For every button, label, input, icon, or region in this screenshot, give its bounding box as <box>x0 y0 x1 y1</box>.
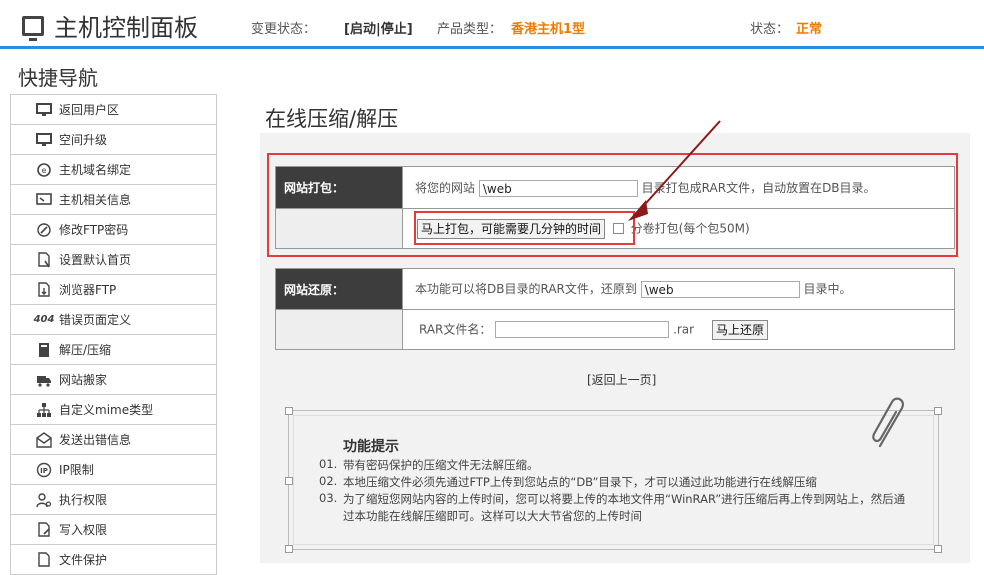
restore-action-row: RAR文件名： .rar 马上还原 <box>402 309 955 350</box>
user-gear-icon <box>35 492 53 508</box>
404-icon: 404 <box>33 314 55 325</box>
button-highlight <box>414 211 635 245</box>
tip-item: 02. 本地压缩文件必须先通过FTP上传到您站点的“DB”目录下，才可以通过此功能… <box>319 474 817 490</box>
sidebar-item-label: 修改FTP密码 <box>59 223 129 237</box>
sidebar-item-host-info[interactable]: 主机相关信息 <box>11 185 216 215</box>
resize-handle <box>934 407 942 415</box>
monitor-icon <box>35 132 53 148</box>
sidebar-item-domain-bind[interactable]: e 主机域名绑定 <box>11 155 216 185</box>
globe-at-icon: e <box>35 162 53 178</box>
page-download-icon <box>35 281 53 298</box>
tip-item: 过本功能在线解压缩即可。这样可以大大节省您的上传时间 <box>319 508 642 524</box>
restore-now-button[interactable]: 马上还原 <box>711 319 768 340</box>
monitor-icon <box>35 102 53 118</box>
resize-handle <box>285 477 293 485</box>
sidebar-item-upgrade[interactable]: 空间升级 <box>11 125 216 155</box>
sidebar-item-ftp-password[interactable]: 修改FTP密码 <box>11 215 216 245</box>
sidebar-item-file-protect[interactable]: 文件保护 <box>11 545 216 575</box>
sidebar-item-label: IP限制 <box>59 463 94 477</box>
tip-number: 01. <box>319 457 338 471</box>
back-link[interactable]: [返回上一页] <box>587 371 656 388</box>
tip-text: 带有密码保护的压缩文件无法解压缩。 <box>343 458 539 472</box>
page-cursor-icon <box>35 251 53 268</box>
mail-icon <box>35 431 53 448</box>
resize-handle <box>934 545 942 553</box>
restore-header-empty <box>275 309 403 350</box>
sidebar-item-write-permission[interactable]: 写入权限 <box>11 515 216 545</box>
sidebar-item-label: 设置默认首页 <box>59 253 132 267</box>
tips-title: 功能提示 <box>343 439 399 455</box>
tip-number: 02. <box>319 474 338 488</box>
restore-row: 本功能可以将DB目录的RAR文件，还原到 \web 目录中。 <box>402 268 955 310</box>
paperclip-icon <box>872 397 904 448</box>
sidebar-item-ip-limit[interactable]: IP IP限制 <box>11 455 216 485</box>
sidebar-item-compress[interactable]: 解压/压缩 <box>11 335 216 365</box>
svg-text:IP: IP <box>40 467 48 475</box>
sidebar-item-default-page[interactable]: 设置默认首页 <box>11 245 216 275</box>
rar-filename-input[interactable] <box>495 321 670 338</box>
sidebar-item-label: 返回用户区 <box>59 103 120 117</box>
tip-text: 为了缩短您网站内容的上传时间，您可以将要上传的本地文件用“WinRAR”进行压缩… <box>343 492 906 506</box>
sidebar-item-label: 发送出错信息 <box>59 433 132 447</box>
sidebar-item-label: 错误页面定义 <box>59 313 132 327</box>
app-title: 主机控制面板 <box>54 14 198 42</box>
ip-block-icon: IP <box>35 462 53 478</box>
restore-prefix: 本功能可以将DB目录的RAR文件，还原到 <box>415 282 637 296</box>
top-bar: 主机控制面板 变更状态： [启动|停止] 产品类型： 香港主机1型 状态： 正常 <box>0 0 984 49</box>
page-edit-icon <box>35 521 53 538</box>
restore-suffix: 目录中。 <box>803 282 852 296</box>
sidebar-item-label: 写入权限 <box>59 523 108 537</box>
tip-item: 01. 带有密码保护的压缩文件无法解压缩。 <box>319 457 539 473</box>
sidebar-item-label: 网站搬家 <box>59 373 108 387</box>
sidebar-item-browser-ftp[interactable]: 浏览器FTP <box>11 275 216 305</box>
tip-number: 03. <box>319 491 338 505</box>
rar-filename-label: RAR文件名： <box>419 322 492 336</box>
monitor-icon <box>22 15 44 41</box>
sidebar-title: 快捷导航 <box>18 66 98 90</box>
status-label: 状态： <box>750 22 790 37</box>
product-type-label: 产品类型： <box>437 22 503 37</box>
sidebar-nav: 返回用户区 空间升级 e 主机域名绑定 主机相关信息 修改FTP密码 设置默认首… <box>10 94 217 575</box>
sidebar-item-exec-permission[interactable]: 执行权限 <box>11 485 216 515</box>
sidebar-item-label: 文件保护 <box>59 553 108 567</box>
product-type-value: 香港主机1型 <box>511 22 586 37</box>
resize-handle <box>285 545 293 553</box>
sidebar-item-label: 主机域名绑定 <box>59 163 132 177</box>
book-icon <box>35 342 53 358</box>
tip-item: 03. 为了缩短您网站内容的上传时间，您可以将要上传的本地文件用“WinRAR”进… <box>319 491 949 507</box>
sidebar-item-label: 执行权限 <box>59 493 108 507</box>
truck-icon <box>35 372 53 388</box>
change-status-label: 变更状态： <box>251 22 317 37</box>
tips-box: 功能提示 01. 带有密码保护的压缩文件无法解压缩。 02. 本地压缩文件必须先通过… <box>285 407 942 553</box>
restore-table: 网站还原： 本功能可以将DB目录的RAR文件，还原到 \web 目录中。 RAR… <box>275 268 955 350</box>
tip-number <box>319 508 343 524</box>
rar-ext-label: .rar <box>673 322 695 336</box>
sidebar-item-error-mail[interactable]: 发送出错信息 <box>11 425 216 455</box>
tip-text: 本地压缩文件必须先通过FTP上传到您站点的“DB”目录下，才可以通过此功能进行在… <box>343 475 817 489</box>
sidebar-item-label: 浏览器FTP <box>59 283 117 297</box>
pen-circle-icon <box>35 222 53 238</box>
resize-handle <box>285 407 293 415</box>
sidebar-item-mime[interactable]: 自定义mime类型 <box>11 395 216 425</box>
sidebar-item-user-area[interactable]: 返回用户区 <box>11 95 216 125</box>
tip-text: 过本功能在线解压缩即可。这样可以大大节省您的上传时间 <box>343 509 642 523</box>
svg-text:e: e <box>42 166 47 175</box>
sidebar-item-label: 主机相关信息 <box>59 193 132 207</box>
sidebar-item-label: 解压/压缩 <box>59 343 112 357</box>
sidebar-item-label: 空间升级 <box>59 133 108 147</box>
sidebar-item-label: 自定义mime类型 <box>59 403 154 417</box>
restore-header: 网站还原： <box>275 268 403 310</box>
restore-path-input[interactable]: \web <box>640 281 800 298</box>
info-monitor-icon <box>35 192 53 208</box>
page-lock-icon <box>35 551 53 568</box>
sidebar-item-site-move[interactable]: 网站搬家 <box>11 365 216 395</box>
sitemap-icon <box>35 402 53 418</box>
start-stop-link[interactable]: [启动|停止] <box>344 18 413 37</box>
status-value: 正常 <box>796 22 823 37</box>
brand: 主机控制面板 <box>22 8 198 43</box>
sidebar-item-error-pages[interactable]: 404 错误页面定义 <box>11 305 216 335</box>
page-title: 在线压缩/解压 <box>265 107 399 131</box>
